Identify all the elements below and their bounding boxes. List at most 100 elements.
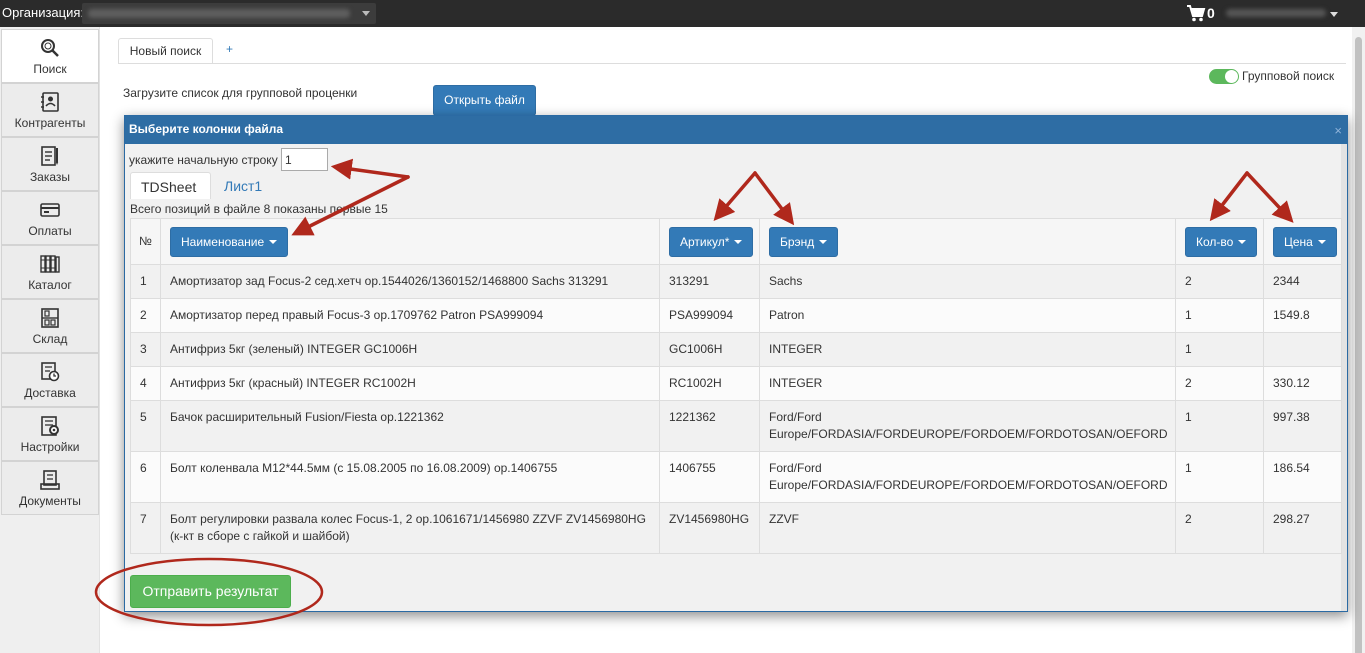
toggle-knob xyxy=(1225,70,1238,83)
chevron-down-icon xyxy=(362,11,370,16)
sidebar-item-label: Заказы xyxy=(29,170,71,184)
caret-down-icon xyxy=(1238,239,1247,244)
table-row: 6 Болт коленвала M12*44.5мм (с 15.08.200… xyxy=(130,451,1342,503)
column-select-name-button[interactable]: Наименование xyxy=(170,226,289,257)
warehouse-icon xyxy=(41,308,59,328)
sidebar-item-orders[interactable]: Заказы xyxy=(1,137,99,191)
sidebar-item-contacts[interactable]: Контрагенты xyxy=(1,83,99,137)
user-menu[interactable] xyxy=(1222,6,1340,20)
tab-new-search[interactable]: Новый поиск xyxy=(118,38,213,64)
column-picker-modal: Выберите колонки файла × укажите начальн… xyxy=(124,115,1348,612)
cell-name: Антифриз 5кг (красный) INTEGER RC1002H xyxy=(160,366,660,401)
button-label: Артикул* xyxy=(680,234,730,249)
cell-qty: 1 xyxy=(1175,332,1264,367)
caret-down-icon xyxy=(819,239,828,244)
documents-icon xyxy=(40,470,60,490)
payments-icon xyxy=(40,203,60,217)
cell-name: Антифриз 5кг (зеленый) INTEGER GC1006H xyxy=(160,332,660,367)
cell-price xyxy=(1263,332,1342,367)
column-header-article: Артикул* xyxy=(659,218,760,265)
cell-number: 5 xyxy=(130,400,161,452)
organization-name-redacted xyxy=(88,9,350,18)
top-bar: Организация: 0 xyxy=(0,0,1365,27)
sidebar-item-label: Оплаты xyxy=(28,224,72,238)
column-select-brand-button[interactable]: Брэнд xyxy=(769,226,839,257)
page-scrollbar[interactable] xyxy=(1352,27,1365,653)
sidebar-item-documents[interactable]: Документы xyxy=(1,461,99,515)
positions-summary: Всего позиций в файле 8 показаны первые … xyxy=(130,202,388,216)
button-label: Брэнд xyxy=(780,234,815,249)
cell-article: 1406755 xyxy=(659,451,760,503)
cell-name: Болт регулировки развала колес Focus-1, … xyxy=(160,502,660,554)
column-select-qty-button[interactable]: Кол-во xyxy=(1185,226,1258,257)
cell-article: ZV1456980HG xyxy=(659,502,760,554)
sidebar-item-settings[interactable]: Настройки xyxy=(1,407,99,461)
cell-qty: 1 xyxy=(1175,298,1264,333)
cell-qty: 2 xyxy=(1175,366,1264,401)
cell-article: PSA999094 xyxy=(659,298,760,333)
cell-qty: 1 xyxy=(1175,400,1264,452)
cell-article: 1221362 xyxy=(659,400,760,452)
submit-result-button[interactable]: Отправить результат xyxy=(130,575,291,608)
tab-divider xyxy=(118,63,1346,64)
cell-qty: 1 xyxy=(1175,451,1264,503)
cell-number: 7 xyxy=(130,502,161,554)
caret-down-icon xyxy=(1317,239,1326,244)
column-header-number: № xyxy=(130,218,161,265)
start-row-label: укажите начальную строку xyxy=(129,153,278,167)
cell-brand: Ford/Ford Europe/FORDASIA/FORDEUROPE/FOR… xyxy=(759,451,1176,503)
shopping-cart-icon[interactable] xyxy=(1186,4,1206,22)
sidebar-item-label: Настройки xyxy=(20,440,80,454)
modal-header: Выберите колонки файла × xyxy=(125,116,1347,144)
cell-name: Амортизатор перед правый Focus-3 ор.1709… xyxy=(160,298,660,333)
table-header-row: № Наименование Артикул* Брэнд Кол-во Цен… xyxy=(130,218,1342,265)
cell-number: 3 xyxy=(130,332,161,367)
sidebar-item-label: Каталог xyxy=(28,278,72,292)
cell-qty: 2 xyxy=(1175,502,1264,554)
cell-price: 1549.8 xyxy=(1263,298,1342,333)
cell-number: 2 xyxy=(130,298,161,333)
organization-label: Организация: xyxy=(2,5,85,20)
cell-article: 313291 xyxy=(659,264,760,299)
sidebar-item-label: Поиск xyxy=(33,62,67,76)
app-window: Организация: 0 Поиск Контрагенты Заказы … xyxy=(0,0,1365,653)
organization-select[interactable] xyxy=(82,3,376,24)
cart-count[interactable]: 0 xyxy=(1207,5,1215,21)
start-row-input[interactable] xyxy=(281,148,328,171)
sidebar-item-search[interactable]: Поиск xyxy=(1,29,99,83)
sidebar-item-payments[interactable]: Оплаты xyxy=(1,191,99,245)
sidebar: Поиск Контрагенты Заказы Оплаты Каталог … xyxy=(0,27,100,653)
sidebar-item-label: Контрагенты xyxy=(14,116,86,130)
button-label: Цена xyxy=(1284,234,1313,249)
caret-down-icon xyxy=(269,239,278,244)
table-row: 7 Болт регулировки развала колес Focus-1… xyxy=(130,502,1342,554)
cell-price: 2344 xyxy=(1263,264,1342,299)
close-icon[interactable]: × xyxy=(1334,123,1342,138)
cell-number: 6 xyxy=(130,451,161,503)
sheet-tab-list1[interactable]: Лист1 xyxy=(214,172,272,199)
column-header-brand: Брэнд xyxy=(759,218,1176,265)
delivery-icon xyxy=(41,362,60,382)
cell-brand: ZZVF xyxy=(759,502,1176,554)
column-select-article-button[interactable]: Артикул* xyxy=(669,226,754,257)
sidebar-item-catalog[interactable]: Каталог xyxy=(1,245,99,299)
sidebar-item-warehouse[interactable]: Склад xyxy=(1,299,99,353)
scrollbar-thumb[interactable] xyxy=(1355,37,1362,653)
open-file-button[interactable]: Открыть файл xyxy=(433,85,536,116)
add-tab-button[interactable]: + xyxy=(226,42,233,56)
sidebar-item-delivery[interactable]: Доставка xyxy=(1,353,99,407)
caret-down-icon xyxy=(734,239,743,244)
sidebar-item-label: Документы xyxy=(19,494,81,508)
sheet-tab-tdsheet[interactable]: TDSheet xyxy=(130,172,211,199)
button-label: Наименование xyxy=(181,234,265,249)
search-icon xyxy=(41,39,59,57)
table-row: 5 Бачок расширительный Fusion/Fiesta ор.… xyxy=(130,400,1342,452)
cell-price: 997.38 xyxy=(1263,400,1342,452)
button-label: Кол-во xyxy=(1196,234,1234,249)
user-name-redacted xyxy=(1226,9,1326,17)
orders-icon xyxy=(41,146,59,166)
column-select-price-button[interactable]: Цена xyxy=(1273,226,1337,257)
cell-number: 4 xyxy=(130,366,161,401)
cell-article: RC1002H xyxy=(659,366,760,401)
group-search-toggle[interactable] xyxy=(1209,69,1239,84)
